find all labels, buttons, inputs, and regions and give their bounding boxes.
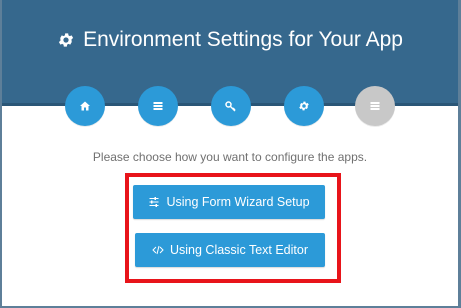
sliders-icon bbox=[149, 197, 159, 207]
gear-icon bbox=[58, 33, 74, 47]
gear-icon bbox=[299, 101, 309, 111]
form-wizard-button[interactable]: Using Form Wizard Setup bbox=[133, 185, 325, 219]
step-key[interactable] bbox=[211, 86, 251, 126]
classic-editor-label: Using Classic Text Editor bbox=[169, 243, 308, 257]
step-indicator bbox=[2, 86, 458, 128]
prompt-text: Please choose how you want to configure … bbox=[92, 150, 368, 164]
title-text: Environment Settings for Your App bbox=[83, 28, 403, 51]
key-icon bbox=[225, 101, 236, 112]
step-settings[interactable] bbox=[284, 86, 324, 126]
list-icon bbox=[153, 102, 163, 110]
settings-card: Environment Settings for Your App Please… bbox=[2, 0, 458, 306]
classic-editor-button[interactable]: Using Classic Text Editor bbox=[135, 233, 325, 267]
step-home[interactable] bbox=[65, 86, 105, 126]
form-wizard-label: Using Form Wizard Setup bbox=[166, 195, 310, 209]
step-config[interactable] bbox=[355, 86, 395, 126]
list-icon bbox=[370, 102, 380, 110]
home-icon bbox=[80, 101, 90, 111]
code-icon bbox=[152, 245, 164, 255]
step-list[interactable] bbox=[138, 86, 178, 126]
page-title: Environment Settings for Your App bbox=[2, 28, 458, 52]
